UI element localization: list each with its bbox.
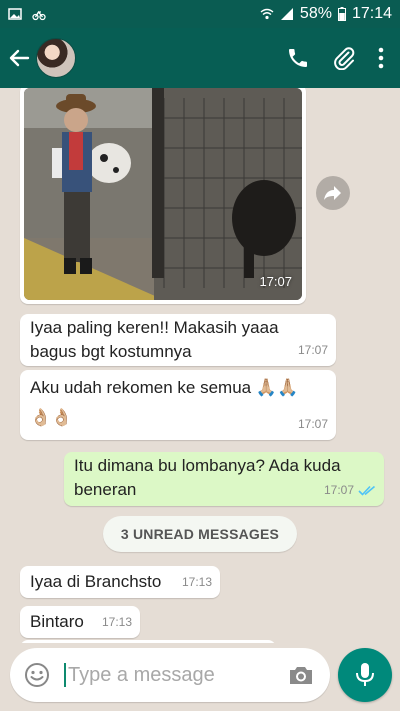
- unread-messages-divider: 3 UNREAD MESSAGES: [103, 516, 297, 552]
- status-bar: 58% 17:14: [0, 0, 400, 28]
- message-time: 17:07: [323, 483, 354, 497]
- message-composer: [10, 648, 330, 702]
- camera-icon[interactable]: [288, 664, 314, 686]
- battery-percent: 58%: [299, 5, 332, 22]
- text-cursor: [64, 663, 66, 687]
- phone-icon[interactable]: [286, 46, 310, 70]
- message-input[interactable]: [68, 663, 268, 687]
- signal-icon: [280, 8, 293, 20]
- avatar[interactable]: [36, 38, 76, 78]
- more-vert-icon[interactable]: [378, 47, 384, 69]
- incoming-message[interactable]: Iyaa paling keren!! Makasih yaaa bagus b…: [20, 314, 336, 366]
- microphone-icon: [356, 663, 374, 686]
- arrow-left-icon: [9, 49, 30, 67]
- chat-area[interactable]: 17:07 Iyaa paling keren!! Makasih yaaa b…: [0, 88, 400, 643]
- ok-hand-emoji: 👌🏼👌🏼: [30, 408, 73, 427]
- incoming-message-partial[interactable]: [20, 640, 276, 643]
- message-time: 17:07: [259, 274, 292, 289]
- double-check-icon: [358, 485, 376, 496]
- back-button[interactable]: [2, 28, 36, 88]
- photo-image: [24, 88, 302, 300]
- incoming-message[interactable]: Iyaa di Branchsto 17:13: [20, 566, 220, 598]
- clock: 17:14: [351, 5, 392, 22]
- emoji-icon[interactable]: [24, 662, 50, 688]
- message-text: Iyaa di Branchsto: [30, 572, 162, 591]
- battery-icon: [337, 7, 346, 21]
- message-text: Iyaa paling keren!! Makasih yaaa: [30, 318, 279, 337]
- wifi-icon: [260, 8, 274, 20]
- message-text: Itu dimana bu lombanya? Ada kuda: [74, 456, 341, 475]
- message-text: Aku udah rekomen ke semua: [30, 378, 252, 397]
- paperclip-icon[interactable]: [332, 46, 356, 70]
- message-time: 17:13: [181, 575, 212, 589]
- image-notification-icon: [8, 8, 22, 20]
- message-time: 17:13: [101, 615, 132, 629]
- bike-notification-icon: [32, 10, 46, 21]
- outgoing-message[interactable]: Itu dimana bu lombanya? Ada kuda beneran…: [64, 452, 384, 506]
- message-time: 17:07: [297, 417, 328, 431]
- forward-icon: [324, 186, 341, 200]
- image-message[interactable]: 17:07: [20, 88, 306, 304]
- mic-button[interactable]: [338, 648, 392, 702]
- message-text: Bintaro: [30, 612, 84, 631]
- forward-button[interactable]: [316, 176, 350, 210]
- incoming-message[interactable]: Aku udah rekomen ke semua 🙏🏼🙏🏼 👌🏼👌🏼 17:0…: [20, 370, 336, 440]
- message-time: 17:07: [297, 343, 328, 357]
- message-text: bagus bgt kostumnya: [30, 342, 192, 361]
- message-photo[interactable]: [24, 88, 302, 300]
- chat-header: [0, 28, 400, 88]
- praying-hands-emoji: 🙏🏼🙏🏼: [255, 378, 299, 397]
- incoming-message[interactable]: Bintaro 17:13: [20, 606, 140, 638]
